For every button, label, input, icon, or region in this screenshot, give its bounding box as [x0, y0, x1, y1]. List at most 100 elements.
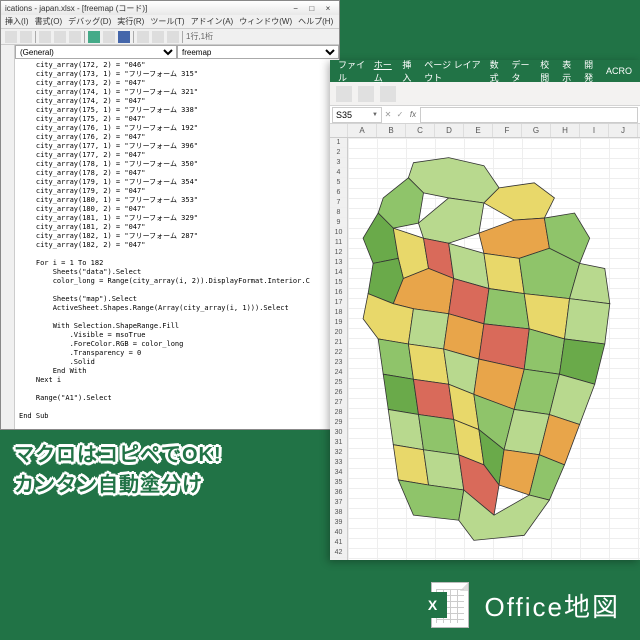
- row-header[interactable]: 26: [330, 388, 347, 398]
- row-header[interactable]: 42: [330, 548, 347, 558]
- menu-tools[interactable]: ツール(T): [150, 16, 184, 27]
- tb-icon[interactable]: [5, 31, 17, 43]
- row-header[interactable]: 5: [330, 178, 347, 188]
- tab-review[interactable]: 校閲: [540, 58, 554, 84]
- footer: X Office地図: [0, 570, 640, 640]
- row-header[interactable]: 27: [330, 398, 347, 408]
- tab-developer[interactable]: 開発: [584, 58, 598, 84]
- row-header[interactable]: 39: [330, 518, 347, 528]
- object-dropdown[interactable]: (General): [15, 45, 177, 59]
- col-header[interactable]: A: [348, 124, 377, 137]
- tab-layout[interactable]: ページ レイアウト: [424, 58, 481, 84]
- row-header[interactable]: 35: [330, 478, 347, 488]
- row-header[interactable]: 2: [330, 148, 347, 158]
- menu-format[interactable]: 書式(O): [35, 16, 63, 27]
- row-header[interactable]: 32: [330, 448, 347, 458]
- menu-addins[interactable]: アドイン(A): [191, 16, 234, 27]
- tb-icon[interactable]: [167, 31, 179, 43]
- name-box[interactable]: S35: [332, 107, 382, 123]
- menu-run[interactable]: 実行(R): [117, 16, 144, 27]
- tb-icon[interactable]: [69, 31, 81, 43]
- row-header[interactable]: 3: [330, 158, 347, 168]
- row-header[interactable]: 25: [330, 378, 347, 388]
- row-header[interactable]: 30: [330, 428, 347, 438]
- row-header[interactable]: 17: [330, 298, 347, 308]
- row-header[interactable]: 12: [330, 248, 347, 258]
- fx-confirm-icon[interactable]: ✓: [394, 110, 406, 119]
- row-header[interactable]: 29: [330, 418, 347, 428]
- tb-icon[interactable]: [39, 31, 51, 43]
- row-header[interactable]: 23: [330, 358, 347, 368]
- col-header[interactable]: E: [464, 124, 493, 137]
- row-header[interactable]: 34: [330, 468, 347, 478]
- select-all-corner[interactable]: [330, 124, 348, 137]
- ribbon-tabs: ファイル ホーム 挿入 ページ レイアウト 数式 データ 校閲 表示 開発 AC…: [330, 60, 640, 82]
- fx-icon[interactable]: fx: [406, 110, 420, 119]
- row-header[interactable]: 33: [330, 458, 347, 468]
- code-editor[interactable]: city_array(172, 2) = "046" city_array(17…: [15, 59, 339, 429]
- cut-icon[interactable]: [358, 86, 374, 102]
- row-header[interactable]: 16: [330, 288, 347, 298]
- col-header[interactable]: B: [377, 124, 406, 137]
- tab-formulas[interactable]: 数式: [490, 58, 504, 84]
- row-header[interactable]: 9: [330, 218, 347, 228]
- col-header[interactable]: G: [522, 124, 551, 137]
- tb-icon[interactable]: [152, 31, 164, 43]
- tagline-line1: マクロはコピペでOK!: [14, 440, 222, 470]
- row-header[interactable]: 37: [330, 498, 347, 508]
- menu-window[interactable]: ウィンドウ(W): [239, 16, 292, 27]
- copy-icon[interactable]: [380, 86, 396, 102]
- row-header[interactable]: 22: [330, 348, 347, 358]
- tab-data[interactable]: データ: [511, 58, 532, 84]
- row-header[interactable]: 24: [330, 368, 347, 378]
- tab-view[interactable]: 表示: [562, 58, 576, 84]
- row-header[interactable]: 20: [330, 328, 347, 338]
- tb-icon[interactable]: [54, 31, 66, 43]
- formula-bar[interactable]: [420, 107, 638, 123]
- row-header[interactable]: 21: [330, 338, 347, 348]
- maximize-button[interactable]: □: [305, 4, 319, 13]
- row-header[interactable]: 10: [330, 228, 347, 238]
- row-header[interactable]: 6: [330, 188, 347, 198]
- tb-icon[interactable]: [20, 31, 32, 43]
- row-header[interactable]: 38: [330, 508, 347, 518]
- row-header[interactable]: 31: [330, 438, 347, 448]
- tab-insert[interactable]: 挿入: [402, 58, 416, 84]
- row-header[interactable]: 11: [330, 238, 347, 248]
- cell-grid[interactable]: [348, 138, 640, 560]
- col-header[interactable]: J: [609, 124, 638, 137]
- close-button[interactable]: ×: [321, 4, 335, 13]
- menu-insert[interactable]: 挿入(I): [5, 16, 29, 27]
- minimize-button[interactable]: −: [289, 4, 303, 13]
- row-header[interactable]: 18: [330, 308, 347, 318]
- col-header[interactable]: I: [580, 124, 609, 137]
- col-header[interactable]: C: [406, 124, 435, 137]
- col-header[interactable]: F: [493, 124, 522, 137]
- col-header[interactable]: H: [551, 124, 580, 137]
- paste-icon[interactable]: [336, 86, 352, 102]
- fx-cancel-icon[interactable]: ✕: [382, 110, 394, 119]
- menu-debug[interactable]: デバッグ(D): [68, 16, 111, 27]
- procedure-dropdown[interactable]: freemap: [177, 45, 339, 59]
- row-header[interactable]: 15: [330, 278, 347, 288]
- menu-help[interactable]: ヘルプ(H): [298, 16, 333, 27]
- row-header[interactable]: 40: [330, 528, 347, 538]
- row-header[interactable]: 28: [330, 408, 347, 418]
- col-header[interactable]: D: [435, 124, 464, 137]
- tb-icon[interactable]: [137, 31, 149, 43]
- row-header[interactable]: 1: [330, 138, 347, 148]
- tab-file[interactable]: ファイル: [338, 58, 366, 84]
- row-header[interactable]: 13: [330, 258, 347, 268]
- tab-acrobat[interactable]: ACRO: [606, 66, 632, 76]
- run-icon[interactable]: [88, 31, 100, 43]
- row-header[interactable]: 36: [330, 488, 347, 498]
- row-header[interactable]: 7: [330, 198, 347, 208]
- row-header[interactable]: 19: [330, 318, 347, 328]
- pause-icon[interactable]: [103, 31, 115, 43]
- stop-icon[interactable]: [118, 31, 130, 43]
- row-header[interactable]: 14: [330, 268, 347, 278]
- row-header[interactable]: 41: [330, 538, 347, 548]
- row-header[interactable]: 4: [330, 168, 347, 178]
- tab-home[interactable]: ホーム: [374, 58, 395, 84]
- row-header[interactable]: 8: [330, 208, 347, 218]
